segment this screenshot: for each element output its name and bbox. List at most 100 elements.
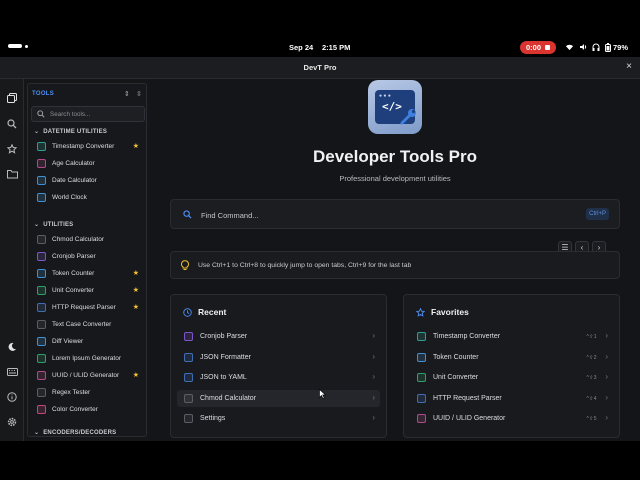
tool-icon: [37, 142, 46, 151]
favorite-item[interactable]: HTTP Request Parser ^⇧4 ›: [410, 390, 613, 407]
sidebar-section-header[interactable]: ⌄ UTILITIES: [34, 221, 74, 229]
collapse-all-icon[interactable]: ⇳: [136, 90, 142, 98]
tool-label: HTTP Request Parser: [52, 304, 116, 311]
recent-item[interactable]: JSON to YAML ›: [177, 369, 380, 386]
sidebar-tool-item[interactable]: Cronjob Parser: [31, 249, 145, 264]
sidebar-section-title: UTILITIES: [43, 221, 74, 228]
tool-icon: [37, 320, 46, 329]
sidebar-tool-item[interactable]: World Clock: [31, 190, 145, 205]
folder-icon: [6, 170, 18, 179]
favorite-star-icon[interactable]: ★: [133, 142, 139, 150]
search-view-button[interactable]: [5, 117, 19, 131]
chevron-down-icon: ⌄: [34, 129, 40, 135]
sidebar-tool-item[interactable]: Regex Tester: [31, 385, 145, 400]
chevron-right-icon: ›: [372, 351, 375, 361]
favorites-view-button[interactable]: [5, 142, 19, 156]
info-icon: [7, 392, 17, 402]
chevron-right-icon: ›: [605, 351, 608, 361]
favorites-panel: Favorites Timestamp Converter ^⇧1 › Toke…: [403, 294, 620, 438]
keyboard-shortcuts-button[interactable]: [5, 365, 19, 379]
recent-panel: Recent Cronjob Parser › JSON Formatter ›…: [170, 294, 387, 438]
tool-search-input[interactable]: [50, 109, 140, 120]
sidebar-tool-item[interactable]: HTTP Request Parser ★: [31, 300, 145, 315]
tools-sidebar: TOOLS ⇕ ⇳ ⌄ DATETIME UTILITIES Timestamp…: [27, 83, 147, 437]
chevron-down-icon: ⌄: [34, 222, 40, 228]
tool-icon: [37, 337, 46, 346]
tools-view-button[interactable]: [5, 91, 19, 105]
status-date: Sep 24: [289, 43, 314, 52]
tool-icon: [37, 235, 46, 244]
tool-icon: [37, 354, 46, 363]
favorite-star-icon[interactable]: ★: [133, 303, 139, 311]
favorite-item[interactable]: Unit Converter ^⇧3 ›: [410, 369, 613, 386]
favorites-title: Favorites: [431, 307, 469, 317]
chevron-right-icon: ›: [372, 372, 375, 381]
sidebar-section-header[interactable]: ⌄ ENCODERS/DECODERS: [34, 429, 116, 437]
recent-item[interactable]: Chmod Calculator ›: [177, 389, 380, 407]
chevron-right-icon: ›: [372, 413, 375, 422]
volume-icon: [580, 44, 587, 50]
tool-icon: [37, 303, 46, 312]
sidebar-tool-item[interactable]: Diff Viewer: [31, 334, 145, 349]
recent-item[interactable]: Cronjob Parser ›: [177, 328, 380, 345]
sidebar-tool-item[interactable]: Date Calculator: [31, 173, 145, 188]
settings-button[interactable]: [5, 415, 19, 429]
lightbulb-icon: [181, 260, 189, 270]
stop-icon: [545, 45, 550, 50]
favorite-item[interactable]: Token Counter ^⇧2 ›: [410, 349, 613, 366]
expand-all-icon[interactable]: ⇕: [124, 90, 130, 98]
sidebar-tool-item[interactable]: Text Case Converter: [31, 317, 145, 332]
clock-icon: [183, 308, 192, 317]
tool-label: Date Calculator: [52, 177, 97, 184]
favorite-star-icon[interactable]: ★: [133, 371, 139, 379]
tool-label: Diff Viewer: [52, 338, 84, 345]
window-title: DevT Pro: [303, 63, 337, 72]
tool-label: Age Calculator: [52, 160, 95, 167]
favorite-item[interactable]: UUID / ULID Generator ^⇧5 ›: [410, 410, 613, 427]
sidebar-tool-item[interactable]: Color Converter: [31, 402, 145, 417]
recent-item[interactable]: JSON Formatter ›: [177, 349, 380, 366]
sidebar-tool-item[interactable]: Unit Converter ★: [31, 283, 145, 298]
favorite-item-label: Timestamp Converter: [433, 333, 501, 340]
sidebar-tool-item[interactable]: UUID / ULID Generator ★: [31, 368, 145, 383]
favorite-star-icon[interactable]: ★: [133, 269, 139, 277]
chevron-right-icon: ›: [605, 413, 608, 422]
recent-title: Recent: [198, 307, 227, 317]
tool-icon: [37, 176, 46, 185]
favorite-shortcut: ^⇧2: [586, 354, 597, 361]
favorite-item[interactable]: Timestamp Converter ^⇧1 ›: [410, 328, 613, 345]
tool-icon: [37, 286, 46, 295]
app-switcher-indicator[interactable]: [8, 44, 28, 48]
recording-time: 0:00: [525, 43, 541, 52]
info-button[interactable]: [5, 390, 19, 404]
tool-label: Text Case Converter: [52, 321, 112, 328]
wrench-icon: [400, 109, 416, 125]
recent-item[interactable]: Settings ›: [177, 410, 380, 427]
recent-item-label: Settings: [200, 415, 226, 422]
title-bar: DevT Pro ×: [0, 57, 640, 79]
tool-icon: [417, 373, 426, 382]
command-palette-input[interactable]: Find Command... Ctrl+P: [170, 199, 620, 229]
theme-toggle-button[interactable]: [5, 340, 19, 354]
close-window-button[interactable]: ×: [626, 61, 632, 72]
favorite-star-icon[interactable]: ★: [133, 286, 139, 294]
tool-icon: [37, 371, 46, 380]
tool-label: Token Counter: [52, 270, 95, 277]
sidebar-tool-item[interactable]: Timestamp Converter ★: [31, 139, 145, 154]
recent-item-label: Chmod Calculator: [200, 394, 257, 402]
search-icon: [37, 110, 45, 118]
sidebar-tool-item[interactable]: Token Counter ★: [31, 266, 145, 281]
app-window: DevT Pro × TOOLS ⇕ ⇳ Search tools... ⌄ D…: [0, 57, 640, 441]
folder-view-button[interactable]: [5, 167, 19, 181]
sidebar-tool-item[interactable]: Chmod Calculator: [31, 232, 145, 247]
tool-search-box: [31, 106, 145, 122]
screen-recording-indicator[interactable]: 0:00: [520, 41, 556, 54]
sidebar-section-header[interactable]: ⌄ DATETIME UTILITIES: [34, 128, 107, 136]
chevron-right-icon: ›: [605, 372, 608, 381]
favorite-item-label: UUID / ULID Generator: [433, 415, 506, 422]
sidebar-tool-item[interactable]: Lorem Ipsum Generator: [31, 351, 145, 366]
tool-icon: [417, 414, 426, 423]
sidebar-tool-item[interactable]: Age Calculator: [31, 156, 145, 171]
system-status-bar: Sep 24 2:15 PM 0:00 79%: [0, 38, 640, 57]
home-dashboard: ● ● ● </> Developer Tools Pro Profession…: [150, 79, 640, 441]
